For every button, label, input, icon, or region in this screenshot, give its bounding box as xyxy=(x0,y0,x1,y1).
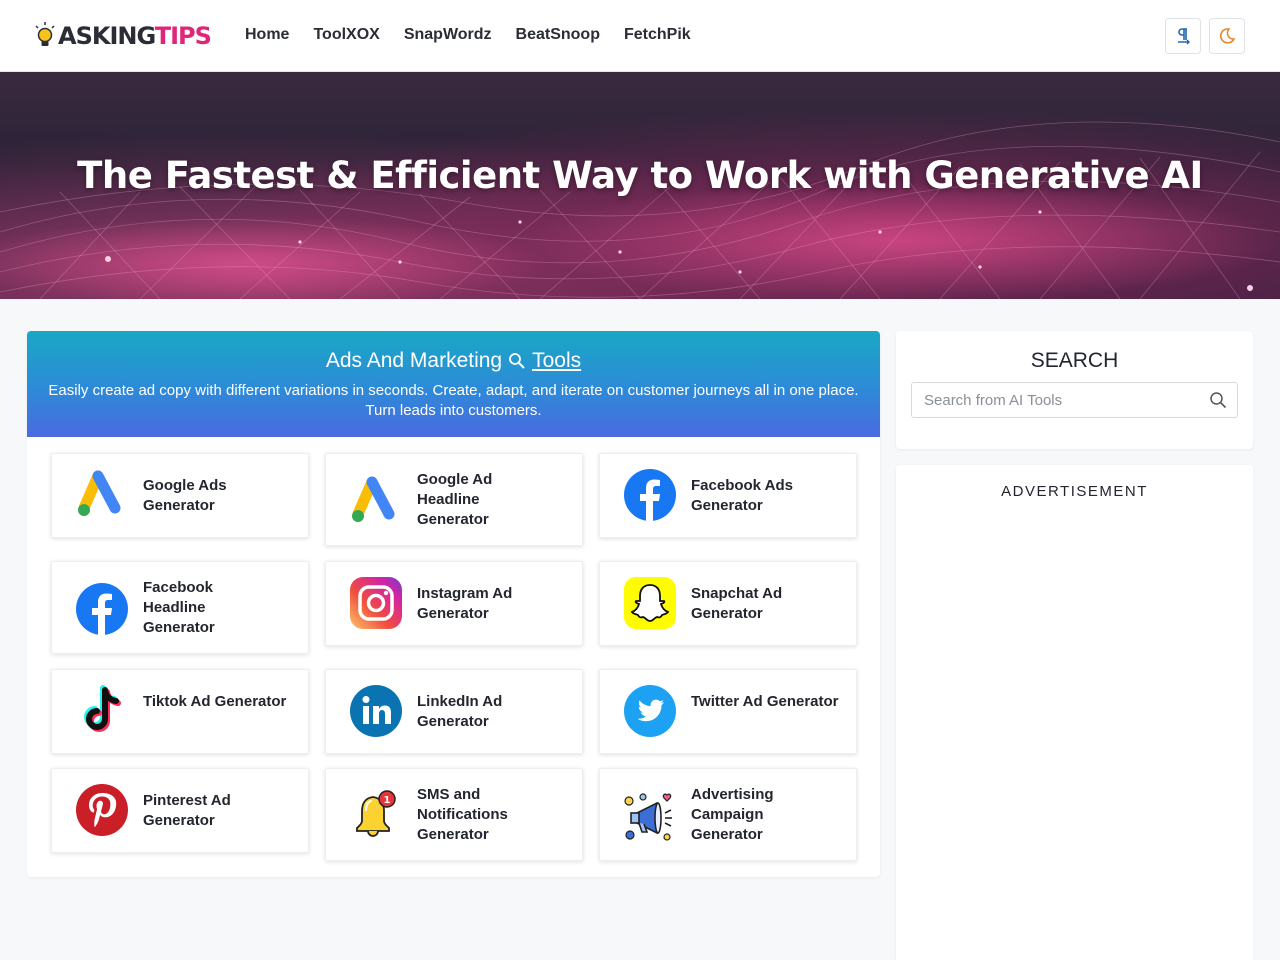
search-input[interactable] xyxy=(924,383,1204,417)
google-ads-icon xyxy=(352,476,395,522)
tool-card-google-ads[interactable]: Google Ads Generator xyxy=(51,453,309,538)
section-title-text: Ads And Marketing xyxy=(325,349,503,372)
main-nav: Home ToolXOX SnapWordz BeatSnoop FetchPi… xyxy=(245,24,691,46)
advertisement-widget: ADVERTISEMENT xyxy=(896,465,1253,960)
tool-card-sms-notifications[interactable]: 1 SMS and Notifications Generator xyxy=(325,768,583,861)
nav-link-beatsnoop[interactable]: BeatSnoop xyxy=(516,24,600,46)
nav-link-home[interactable]: Home xyxy=(245,24,289,46)
search-icon xyxy=(509,353,525,369)
nav-link-snapwordz[interactable]: SnapWordz xyxy=(404,24,492,46)
search-icon[interactable] xyxy=(1209,391,1227,409)
search-box xyxy=(911,382,1238,418)
tool-card-facebook-ads[interactable]: Facebook Ads Generator xyxy=(599,453,857,538)
tool-card-advertising-campaign[interactable]: Advertising Campaign Generator xyxy=(599,768,857,861)
linkedin-icon xyxy=(350,685,402,737)
tool-card-tiktok-ad[interactable]: Tiktok Ad Generator xyxy=(51,669,309,754)
text-direction-button[interactable] xyxy=(1165,18,1201,54)
twitter-icon xyxy=(624,685,676,737)
hero-title: The Fastest & Efficient Way to Work with… xyxy=(77,154,1203,197)
tiktok-icon xyxy=(84,685,121,732)
instagram-icon xyxy=(350,577,402,629)
facebook-icon xyxy=(76,583,128,635)
advertisement-label: ADVERTISEMENT xyxy=(1001,483,1148,500)
tool-card-label: Twitter Ad Generator xyxy=(691,693,839,710)
tool-card-label: Google Ad Headline Generator xyxy=(417,471,493,528)
notification-bell-icon: 1 xyxy=(356,790,396,837)
megaphone-icon xyxy=(624,793,672,841)
nav-link-toolxox[interactable]: ToolXOX xyxy=(313,24,379,46)
paragraph-icon xyxy=(1178,28,1190,45)
logo-text-tips: TIPS xyxy=(154,22,212,50)
tool-card-label: Facebook Headline Generator xyxy=(143,579,215,636)
search-widget-title: SEARCH xyxy=(1030,349,1119,372)
dark-mode-toggle[interactable] xyxy=(1209,18,1245,54)
tool-card-label: Facebook Ads Generator xyxy=(691,477,793,514)
tool-card-google-ad-headline[interactable]: Google Ad Headline Generator xyxy=(325,453,583,546)
tool-card-facebook-headline[interactable]: Facebook Headline Generator xyxy=(51,561,309,654)
tool-card-label: Advertising Campaign Generator xyxy=(691,786,774,843)
nav-link-fetchpik[interactable]: FetchPik xyxy=(624,24,691,46)
tool-card-label: Tiktok Ad Generator xyxy=(143,693,287,710)
tool-card-pinterest-ad[interactable]: Pinterest Ad Generator xyxy=(51,768,309,853)
tool-card-label: SMS and Notifications Generator xyxy=(417,786,508,843)
tool-card-snapchat-ad[interactable]: Snapchat Ad Generator xyxy=(599,561,857,646)
lightbulb-icon xyxy=(35,22,55,46)
section-description: Easily create ad copy with different var… xyxy=(48,382,859,419)
tool-card-label: Google Ads Generator xyxy=(143,477,227,514)
google-ads-icon xyxy=(78,470,121,516)
tool-card-label: LinkedIn Ad Generator xyxy=(417,693,503,730)
section-title-link[interactable]: Tools xyxy=(532,348,581,374)
top-navbar: ASKINGTIPS Home ToolXOX SnapWordz BeatSn… xyxy=(0,0,1280,72)
tool-card-instagram-ad[interactable]: Instagram Ad Generator xyxy=(325,561,583,646)
tool-card-label: Instagram Ad Generator xyxy=(417,585,513,622)
logo-text-asking: ASKING xyxy=(58,22,156,50)
site-logo[interactable]: ASKINGTIPS xyxy=(34,21,212,51)
pinterest-icon xyxy=(76,784,128,836)
tools-section: Ads And Marketing Tools Easily create ad… xyxy=(27,331,880,877)
section-header: Ads And Marketing Tools Easily create ad… xyxy=(27,331,880,437)
tool-card-label: Pinterest Ad Generator xyxy=(143,792,231,829)
snapchat-icon xyxy=(624,577,676,629)
hero-banner: The Fastest & Efficient Way to Work with… xyxy=(0,72,1280,299)
tool-card-linkedin-ad[interactable]: LinkedIn Ad Generator xyxy=(325,669,583,754)
tool-card-label: Snapchat Ad Generator xyxy=(691,585,783,622)
moon-icon xyxy=(1219,28,1236,44)
svg-text:1: 1 xyxy=(384,795,391,806)
search-widget: SEARCH xyxy=(896,331,1253,449)
tool-card-twitter-ad[interactable]: Twitter Ad Generator xyxy=(599,669,857,754)
section-title: Ads And Marketing Tools xyxy=(27,348,880,374)
facebook-icon xyxy=(624,469,676,521)
